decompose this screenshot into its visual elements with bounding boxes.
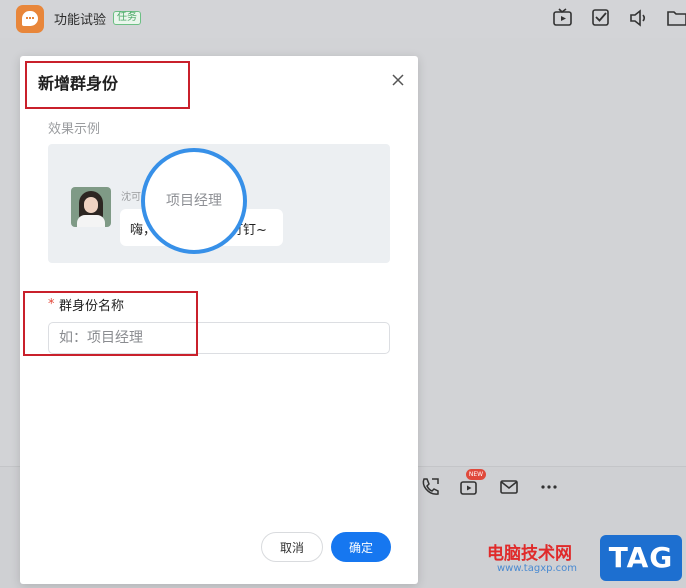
mail-icon[interactable]	[498, 476, 520, 498]
magnifier-circle: 项目经理	[141, 148, 247, 254]
close-icon[interactable]	[390, 72, 406, 88]
confirm-button[interactable]: 确定	[331, 532, 391, 562]
chat-header: 功能试验 任务	[0, 0, 686, 38]
title-highlight-box	[25, 61, 190, 109]
tv-icon[interactable]	[552, 8, 574, 28]
task-badge: 任务	[113, 11, 141, 25]
magnified-role-tag: 项目经理	[166, 193, 222, 209]
preview-avatar	[71, 187, 111, 227]
watermark-site-name: 电脑技术网	[487, 544, 572, 564]
watermark-tag-logo: TAG	[600, 535, 682, 581]
new-badge: NEW	[466, 469, 486, 480]
effect-preview: 沈可 嗨， 钉钉~ 项目经理	[48, 144, 390, 263]
preview-sender-name: 沈可	[121, 192, 141, 203]
checkbox-icon[interactable]	[590, 8, 612, 28]
folder-icon[interactable]	[666, 8, 686, 28]
add-group-identity-dialog: 新增群身份 效果示例 沈可 嗨， 钉钉~ 项目经理 * 群身份名称 取消 确定	[20, 56, 418, 584]
chat-title[interactable]: 功能试验	[54, 9, 106, 28]
speaker-icon[interactable]	[628, 8, 650, 28]
cancel-button[interactable]: 取消	[261, 532, 323, 562]
field-highlight-box	[23, 291, 198, 356]
watermark-url: www.tagxp.com	[497, 563, 577, 574]
phone-icon[interactable]	[419, 476, 441, 498]
chat-avatar-icon[interactable]	[16, 5, 44, 33]
more-icon[interactable]	[538, 476, 560, 498]
example-label: 效果示例	[48, 122, 101, 137]
